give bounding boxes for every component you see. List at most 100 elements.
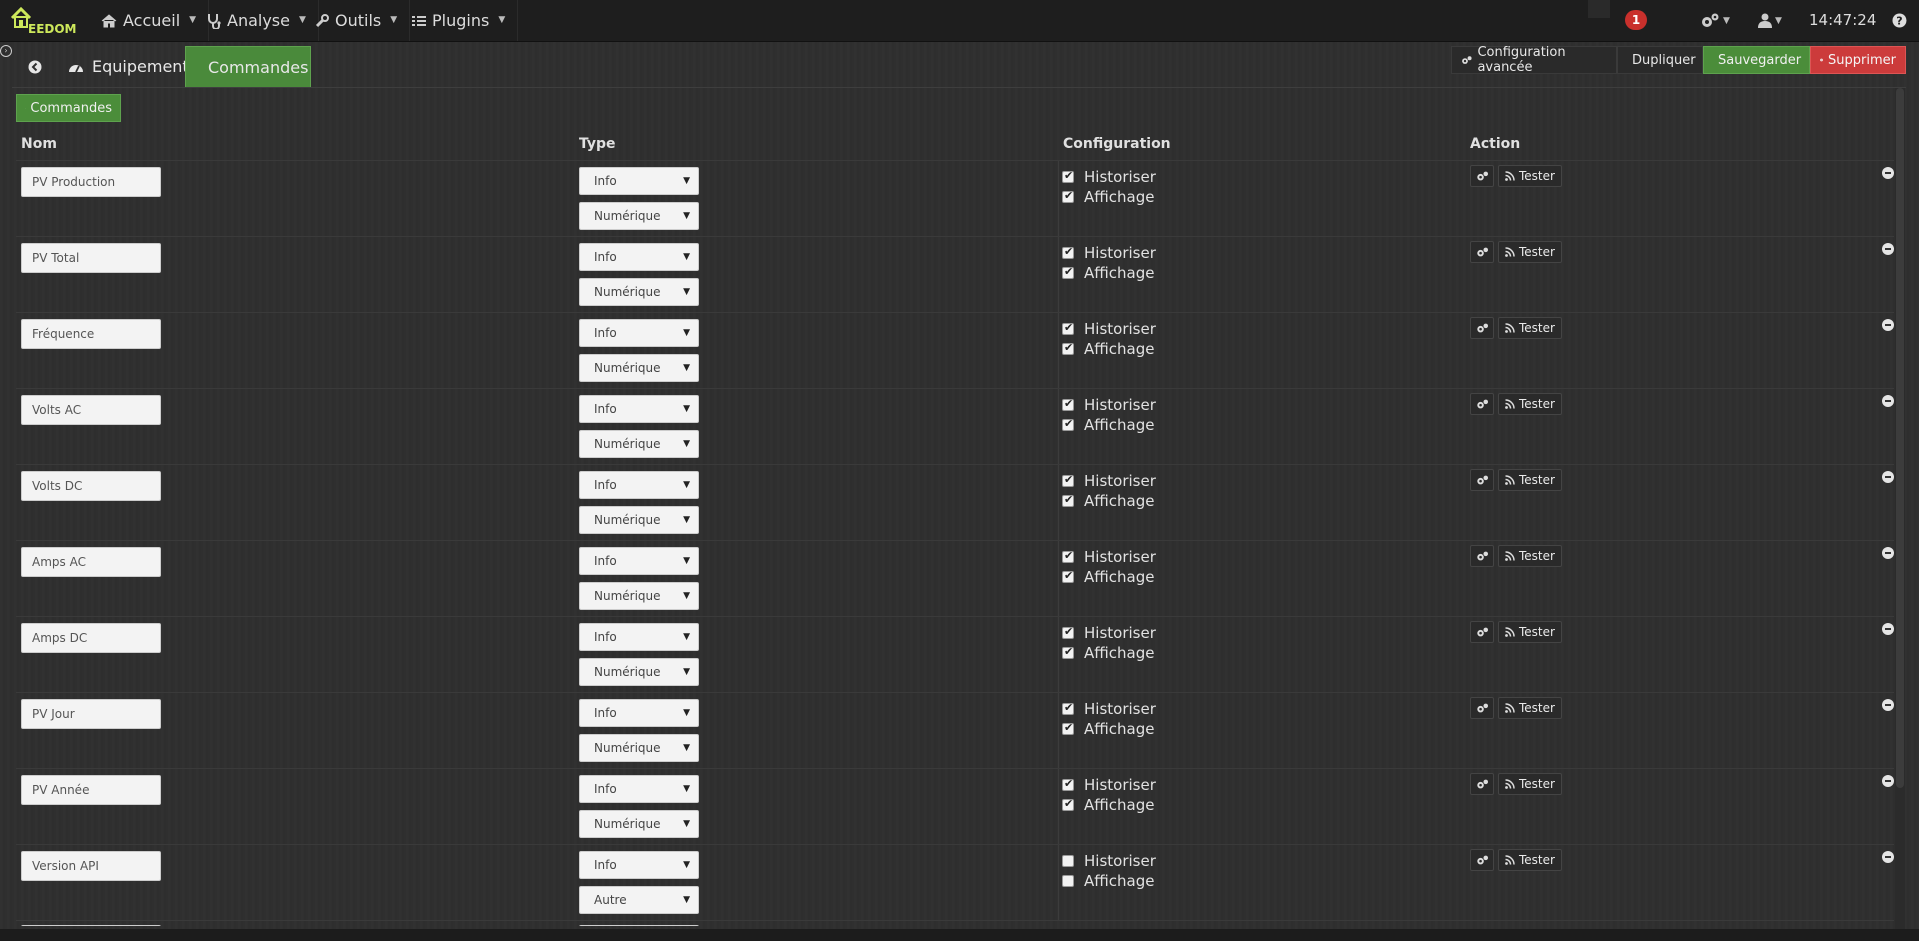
user-menu[interactable]: ▼	[1758, 0, 1782, 41]
command-config-button[interactable]	[1470, 697, 1494, 719]
admin-menu[interactable]: ▼	[1700, 0, 1730, 41]
test-button[interactable]: Tester	[1498, 545, 1562, 567]
test-button[interactable]: Tester	[1498, 241, 1562, 263]
historiser-option[interactable]: Historiser	[1062, 699, 1156, 719]
affichage-checkbox[interactable]	[1062, 189, 1074, 203]
command-config-button[interactable]	[1470, 469, 1494, 491]
remove-command-icon[interactable]	[1882, 319, 1894, 331]
notification-badge[interactable]: 1	[1625, 10, 1647, 30]
historiser-checkbox[interactable]	[1062, 397, 1074, 411]
remove-command-icon[interactable]	[1882, 471, 1894, 483]
affichage-checkbox[interactable]	[1062, 721, 1074, 735]
test-button[interactable]: Tester	[1498, 393, 1562, 415]
duplicate-button[interactable]: Dupliquer	[1617, 46, 1703, 74]
menu-plugins[interactable]: Plugins ▼	[400, 0, 519, 41]
subtype-select[interactable]: Numérique ▼	[579, 278, 699, 306]
test-button[interactable]: Tester	[1498, 317, 1562, 339]
command-name-input[interactable]: Fréquence	[21, 319, 161, 349]
subtype-select[interactable]: Numérique ▼	[579, 202, 699, 230]
historiser-option[interactable]: Historiser	[1062, 547, 1156, 567]
command-config-button[interactable]	[1470, 241, 1494, 263]
tab-equipement[interactable]: Equipement	[54, 46, 203, 87]
type-select[interactable]: Info ▼	[579, 319, 699, 347]
affichage-option[interactable]: Affichage	[1062, 567, 1154, 587]
historiser-option[interactable]: Historiser	[1062, 775, 1156, 795]
subtype-select[interactable]: Numérique ▼	[579, 354, 699, 382]
affichage-option[interactable]: Affichage	[1062, 643, 1154, 663]
command-config-button[interactable]	[1470, 165, 1494, 187]
command-name-input[interactable]: Volts AC	[21, 395, 161, 425]
test-button[interactable]: Tester	[1498, 849, 1562, 871]
subtype-select[interactable]: Numérique ▼	[579, 658, 699, 686]
sidebar-toggle-icon[interactable]: ›	[0, 45, 12, 57]
historiser-option[interactable]: Historiser	[1062, 851, 1156, 871]
test-button[interactable]: Tester	[1498, 621, 1562, 643]
tab-commandes[interactable]: Commandes	[185, 46, 311, 87]
command-name-input[interactable]: Amps DC	[21, 623, 161, 653]
command-config-button[interactable]	[1470, 849, 1494, 871]
type-select[interactable]: Info ▼	[579, 623, 699, 651]
remove-command-icon[interactable]	[1882, 547, 1894, 559]
affichage-checkbox[interactable]	[1062, 341, 1074, 355]
remove-command-icon[interactable]	[1882, 395, 1894, 407]
historiser-option[interactable]: Historiser	[1062, 395, 1156, 415]
advanced-config-button[interactable]: Configuration avancée	[1451, 45, 1617, 75]
jeedom-logo[interactable]: EEDOM	[8, 4, 77, 38]
affichage-option[interactable]: Affichage	[1062, 415, 1154, 435]
command-name-input[interactable]: Volts DC	[21, 471, 161, 501]
affichage-checkbox[interactable]	[1062, 493, 1074, 507]
subtype-select[interactable]: Numérique ▼	[579, 734, 699, 762]
affichage-checkbox[interactable]	[1062, 417, 1074, 431]
subtype-select[interactable]: Numérique ▼	[579, 506, 699, 534]
historiser-checkbox[interactable]	[1062, 855, 1074, 867]
command-name-input[interactable]: PV Production	[21, 167, 161, 197]
command-name-input[interactable]: PV Jour	[21, 699, 161, 729]
historiser-option[interactable]: Historiser	[1062, 623, 1156, 643]
affichage-option[interactable]: Affichage	[1062, 339, 1154, 359]
type-select[interactable]: Info ▼	[579, 167, 699, 195]
type-select[interactable]: Info ▼	[579, 243, 699, 271]
affichage-checkbox[interactable]	[1062, 569, 1074, 583]
remove-command-icon[interactable]	[1882, 243, 1894, 255]
command-name-input[interactable]: PV Total	[21, 243, 161, 273]
affichage-option[interactable]: Affichage	[1062, 871, 1154, 891]
save-button[interactable]: Sauvegarder	[1703, 46, 1810, 74]
help-button[interactable]: ?	[1892, 0, 1907, 41]
test-button[interactable]: Tester	[1498, 165, 1562, 187]
affichage-option[interactable]: Affichage	[1062, 187, 1154, 207]
subtype-select[interactable]: Numérique ▼	[579, 582, 699, 610]
historiser-checkbox[interactable]	[1062, 245, 1074, 259]
historiser-checkbox[interactable]	[1062, 549, 1074, 563]
affichage-checkbox[interactable]	[1062, 797, 1074, 811]
affichage-checkbox[interactable]	[1062, 875, 1074, 887]
historiser-option[interactable]: Historiser	[1062, 471, 1156, 491]
menu-outils[interactable]: Outils ▼	[303, 0, 411, 41]
remove-command-icon[interactable]	[1882, 623, 1894, 635]
command-name-input[interactable]	[21, 925, 161, 926]
delete-button[interactable]: Supprimer	[1810, 46, 1906, 74]
type-select[interactable]: Info ▼	[579, 471, 699, 499]
affichage-option[interactable]: Affichage	[1062, 491, 1154, 511]
subtype-select[interactable]: Numérique ▼	[579, 810, 699, 838]
test-button[interactable]: Tester	[1498, 469, 1562, 491]
affichage-option[interactable]: Affichage	[1062, 719, 1154, 739]
affichage-checkbox[interactable]	[1062, 265, 1074, 279]
command-config-button[interactable]	[1470, 393, 1494, 415]
historiser-checkbox[interactable]	[1062, 777, 1074, 791]
subtype-select[interactable]: Autre ▼	[579, 886, 699, 914]
historiser-option[interactable]: Historiser	[1062, 167, 1156, 187]
back-button[interactable]	[22, 46, 52, 87]
scrollbar-thumb[interactable]	[1896, 88, 1904, 788]
historiser-option[interactable]: Historiser	[1062, 243, 1156, 263]
test-button[interactable]: Tester	[1498, 697, 1562, 719]
command-config-button[interactable]	[1470, 773, 1494, 795]
menu-analyse[interactable]: Analyse ▼	[195, 0, 319, 41]
historiser-checkbox[interactable]	[1062, 321, 1074, 335]
command-name-input[interactable]: PV Année	[21, 775, 161, 805]
historiser-checkbox[interactable]	[1062, 701, 1074, 715]
historiser-checkbox[interactable]	[1062, 473, 1074, 487]
type-select[interactable]	[579, 925, 699, 926]
menu-accueil[interactable]: Accueil ▼	[89, 0, 210, 41]
command-config-button[interactable]	[1470, 545, 1494, 567]
subtype-select[interactable]: Numérique ▼	[579, 430, 699, 458]
